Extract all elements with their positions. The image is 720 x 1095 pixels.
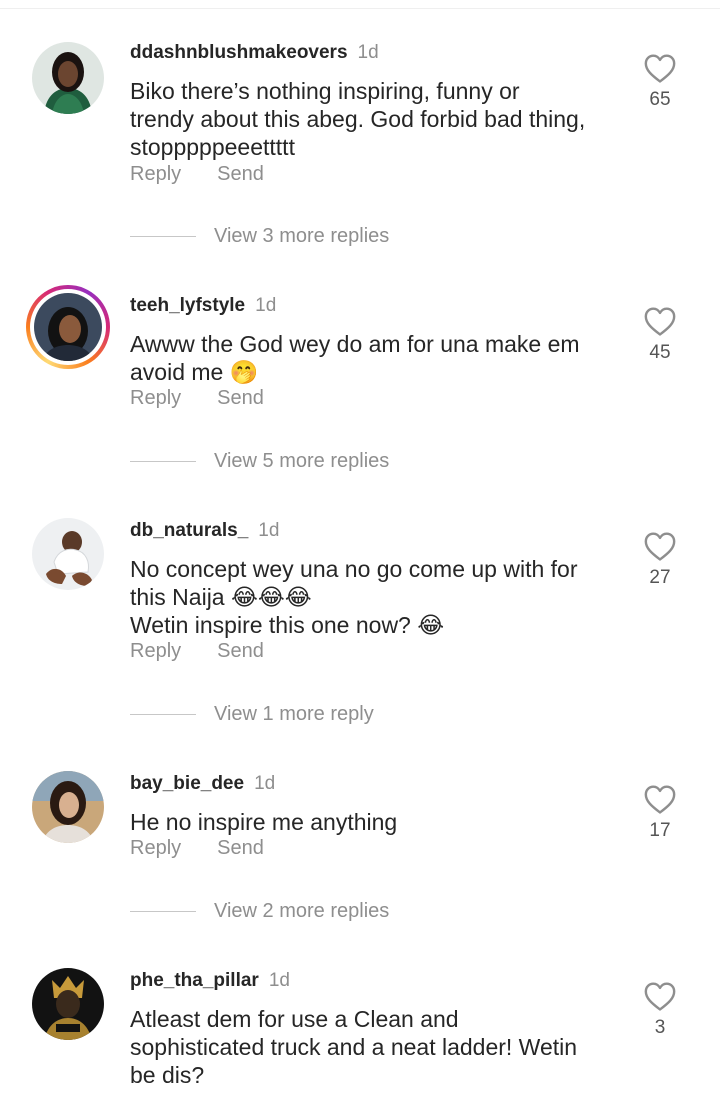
send-button[interactable]: Send [217,837,264,859]
heart-outline-icon[interactable] [643,980,677,1012]
like-count: 27 [649,567,671,588]
like-control: 3 [640,980,680,1039]
comment-text: Awww the God wey do am for una make em a… [130,331,580,385]
view-replies-button[interactable]: View 5 more replies [130,450,389,474]
heart-outline-icon[interactable] [643,783,677,815]
like-count: 3 [654,1017,666,1038]
like-control: 45 [640,305,680,364]
replies-divider-line [130,714,196,715]
like-control: 65 [640,52,680,111]
comment-username[interactable]: phe_tha_pillar [130,970,259,991]
replies-divider-line [130,911,196,912]
comment-time: 1d [258,520,280,541]
send-button[interactable]: Send [217,387,264,409]
comment-text: No concept wey una no go come up with fo… [130,556,578,638]
like-control: 17 [640,783,680,842]
comment-username[interactable]: teeh_lyfstyle [130,295,245,316]
comment-text: Atleast dem for use a Clean and sophisti… [130,1006,578,1088]
send-button[interactable]: Send [217,163,264,185]
replies-divider-line [130,461,196,462]
heart-outline-icon[interactable] [643,530,677,562]
avatar[interactable] [32,42,104,114]
reply-button[interactable]: Reply [130,640,181,662]
top-divider [0,8,720,9]
comment-username[interactable]: bay_bie_dee [130,773,244,794]
comment-time: 1d [357,42,379,63]
avatar[interactable] [32,518,104,590]
avatar[interactable] [32,771,104,843]
reply-button[interactable]: Reply [130,387,181,409]
comment-text: Biko there’s nothing inspiring, funny or… [130,78,586,160]
story-ring [30,289,106,365]
reply-button[interactable]: Reply [130,163,181,185]
like-control: 27 [640,530,680,589]
comment-time: 1d [255,295,277,316]
view-replies-label: View 1 more reply [214,703,374,725]
avatar[interactable] [32,968,104,1040]
comment-time: 1d [254,773,276,794]
like-count: 17 [649,820,671,841]
comment-username[interactable]: ddashnblushmakeovers [130,42,348,63]
like-count: 45 [649,342,671,363]
send-button[interactable]: Send [217,640,264,662]
view-replies-label: View 3 more replies [214,225,390,247]
replies-divider-line [130,236,196,237]
view-replies-button[interactable]: View 2 more replies [130,900,389,924]
like-count: 65 [649,89,671,110]
view-replies-button[interactable]: View 1 more reply [130,703,374,727]
heart-outline-icon[interactable] [643,305,677,337]
comment-text: He no inspire me anything [130,809,398,835]
heart-outline-icon[interactable] [643,52,677,84]
comment-username[interactable]: db_naturals_ [130,520,248,541]
comment-time: 1d [268,970,290,991]
view-replies-button[interactable]: View 3 more replies [130,225,389,249]
view-replies-label: View 5 more replies [214,450,390,472]
view-replies-label: View 2 more replies [214,900,390,922]
reply-button[interactable]: Reply [130,837,181,859]
avatar[interactable] [26,285,110,369]
